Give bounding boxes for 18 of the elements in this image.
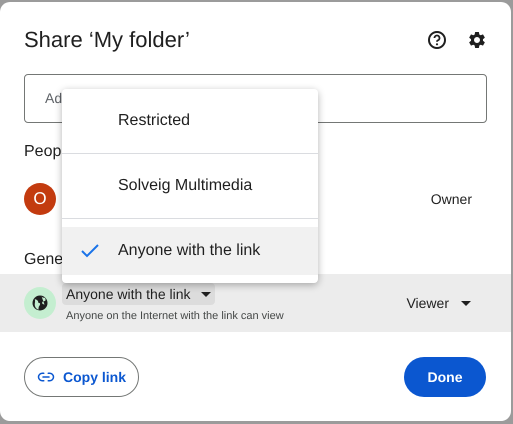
menu-item[interactable]: Solveig Multimedia [62, 162, 318, 210]
avatar: O [24, 183, 56, 215]
section-heading: Gene [24, 250, 64, 270]
check-icon [81, 244, 99, 258]
settings-icon[interactable] [467, 30, 487, 50]
dialog-title: Share ‘My folder’ [24, 26, 191, 54]
section-heading: Peop [24, 142, 62, 162]
caret-icon [200, 292, 211, 296]
done-button[interactable]: Done [404, 357, 486, 397]
role-label: Owner [430, 190, 472, 208]
caret-icon [461, 300, 471, 306]
role-dropdown[interactable]: Viewer [406, 292, 471, 314]
access-dropdown[interactable]: Anyone with the link [62, 283, 215, 305]
access-description: Anyone on the Internet with the link can view [66, 309, 284, 323]
copy-link-button[interactable]: Copy link [24, 357, 140, 397]
menu-item[interactable]: Anyone with the link [62, 227, 318, 275]
globe-icon [31, 294, 49, 312]
help-icon[interactable] [427, 30, 447, 50]
